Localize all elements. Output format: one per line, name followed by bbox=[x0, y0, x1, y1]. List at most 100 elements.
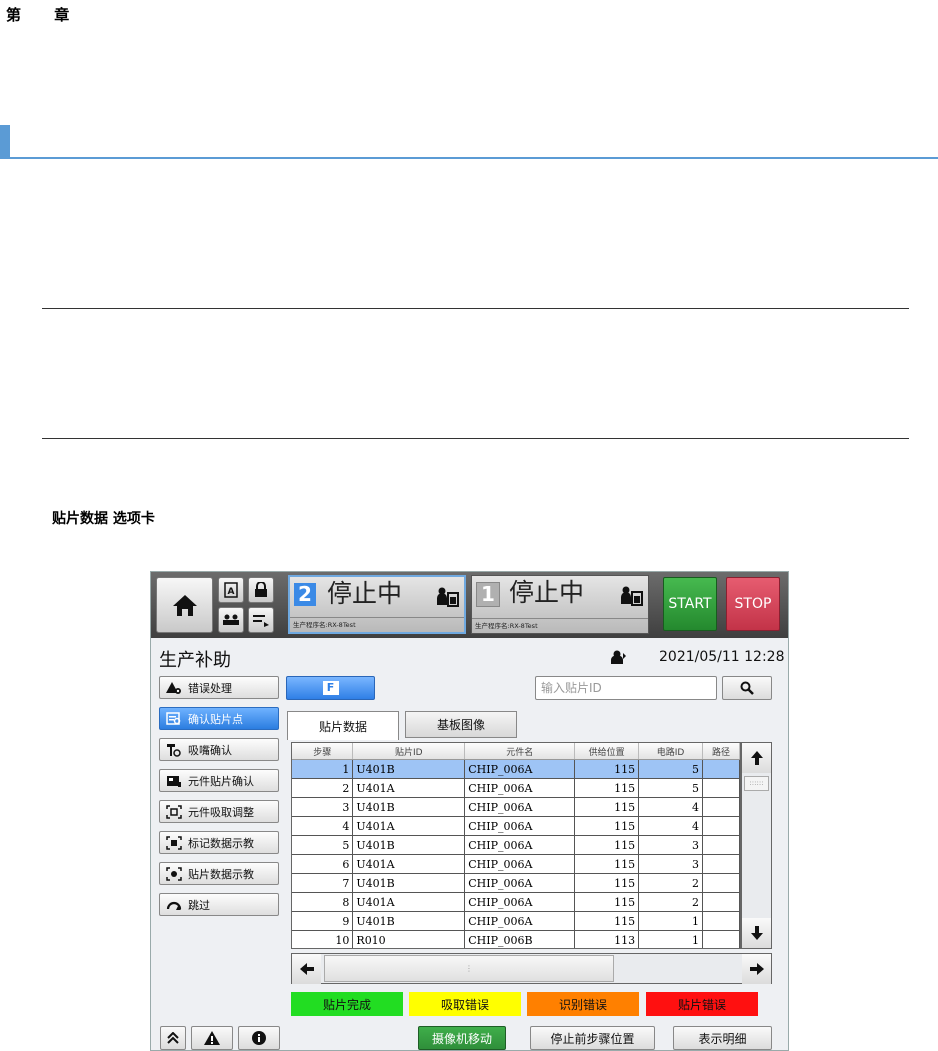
auto-mode-icon: A bbox=[224, 582, 238, 598]
table-cell: 1 bbox=[638, 930, 703, 948]
operator-clipboard-icon bbox=[437, 587, 459, 607]
title-bar: 生产补助 2021/05/11 12:28 bbox=[151, 644, 788, 672]
collapse-button[interactable] bbox=[160, 1026, 186, 1050]
transfer-button[interactable] bbox=[248, 607, 274, 633]
table-cell: 10 bbox=[292, 930, 354, 948]
sidebar-item-nozzle-check[interactable]: 吸嘴确认 bbox=[159, 738, 279, 761]
lane-1-status-panel[interactable]: 1 停止中 生产程序名:RX-8Test bbox=[471, 575, 649, 634]
double-chevron-up-icon bbox=[167, 1032, 179, 1044]
top-bar: A 2 停止中 生产程序名:RX-8Test 1 停止中 生产程序名:RX-8T… bbox=[151, 572, 788, 638]
stop-button[interactable]: STOP bbox=[726, 577, 780, 631]
table-cell: 8 bbox=[292, 892, 354, 912]
sidebar-item-component-placement-check[interactable]: 元件贴片确认 bbox=[159, 769, 279, 792]
table-row[interactable]: 7 U401B CHIP_006A 115 2 bbox=[292, 873, 740, 893]
stop-prev-step-position-button[interactable]: 停止前步骤位置 bbox=[530, 1026, 655, 1050]
horizontal-scrollbar[interactable]: ⋮ bbox=[291, 953, 772, 984]
table-cell: 3 bbox=[638, 835, 703, 855]
placement-frame-icon bbox=[166, 866, 182, 881]
show-detail-button[interactable]: 表示明细 bbox=[673, 1026, 772, 1050]
table-row[interactable]: 5 U401B CHIP_006A 115 3 bbox=[292, 835, 740, 855]
table-cell: CHIP_006A bbox=[464, 873, 576, 893]
sidebar-item-label: 标记数据示教 bbox=[188, 836, 254, 850]
transfer-icon bbox=[253, 615, 269, 627]
camera-move-button[interactable]: 摄像机移动 bbox=[418, 1026, 506, 1050]
table-cell: 115 bbox=[574, 797, 640, 817]
table-cell: U401B bbox=[352, 911, 466, 931]
vertical-scroll-thumb[interactable]: :::::: bbox=[744, 776, 769, 791]
table-cell: 2 bbox=[292, 778, 354, 798]
sidebar-item-skip[interactable]: 跳过 bbox=[159, 893, 279, 916]
table-cell bbox=[702, 816, 740, 836]
tab-placement-data[interactable]: 贴片数据 bbox=[287, 711, 399, 740]
sidebar-item-label: 跳过 bbox=[188, 898, 210, 912]
table-cell: 115 bbox=[574, 892, 640, 912]
table-cell: 7 bbox=[292, 873, 354, 893]
chapter-heading: 第 章 bbox=[6, 6, 84, 24]
sidebar-item-pickup-adjust[interactable]: 元件吸取调整 bbox=[159, 800, 279, 823]
page-title: 生产补助 bbox=[159, 650, 231, 671]
table-row[interactable]: 2 U401A CHIP_006A 115 5 bbox=[292, 778, 740, 798]
table-cell: 2 bbox=[638, 892, 703, 912]
sidebar-item-confirm-placement[interactable]: 确认贴片点 bbox=[159, 707, 279, 730]
column-header-step[interactable]: 步骤 bbox=[292, 743, 354, 760]
home-icon bbox=[172, 595, 197, 616]
column-header-feeder-position[interactable]: 供给位置 bbox=[574, 743, 640, 760]
lock-button[interactable] bbox=[248, 577, 274, 603]
table-cell: 1 bbox=[638, 911, 703, 931]
scroll-left-button[interactable] bbox=[292, 954, 321, 984]
scroll-right-button[interactable] bbox=[742, 954, 771, 984]
sidebar-item-label: 元件吸取调整 bbox=[188, 805, 254, 819]
table-row[interactable]: 8 U401A CHIP_006A 115 2 bbox=[292, 892, 740, 912]
table-row[interactable]: 10 R010 CHIP_006B 113 1 bbox=[292, 930, 740, 948]
table-cell: 115 bbox=[574, 816, 640, 836]
horizontal-scroll-thumb[interactable]: ⋮ bbox=[324, 955, 614, 982]
column-header-component-name[interactable]: 元件名 bbox=[464, 743, 576, 760]
sidebar-item-mark-teach[interactable]: 标记数据示教 bbox=[159, 831, 279, 854]
table-cell: CHIP_006A bbox=[464, 759, 576, 779]
scroll-down-button[interactable] bbox=[742, 918, 771, 948]
column-header-path[interactable]: 路径 bbox=[702, 743, 740, 760]
table-cell: 6 bbox=[292, 854, 354, 874]
search-button[interactable] bbox=[722, 676, 772, 700]
table-row[interactable]: 4 U401A CHIP_006A 115 4 bbox=[292, 816, 740, 836]
table-cell: CHIP_006A bbox=[464, 911, 576, 931]
start-button[interactable]: START bbox=[663, 577, 717, 631]
filter-button[interactable]: F bbox=[286, 676, 375, 700]
nozzle-search-icon bbox=[167, 743, 181, 757]
scroll-up-button[interactable] bbox=[742, 743, 771, 773]
sidebar-item-error-handling[interactable]: 错误处理 bbox=[159, 676, 279, 699]
table-row[interactable]: 3 U401B CHIP_006A 115 4 bbox=[292, 797, 740, 817]
vertical-scrollbar[interactable]: :::::: bbox=[741, 742, 772, 949]
operator-user-icon bbox=[611, 650, 626, 664]
lane-2-status-panel[interactable]: 2 停止中 生产程序名:RX-8Test bbox=[288, 575, 466, 634]
table-cell: 3 bbox=[292, 797, 354, 817]
section-accent-bar bbox=[0, 125, 10, 159]
table-cell: 5 bbox=[638, 778, 703, 798]
placement-id-search-input[interactable] bbox=[535, 676, 717, 700]
arrow-up-icon bbox=[750, 751, 763, 765]
column-header-circuit-id[interactable]: 电路ID bbox=[638, 743, 703, 760]
figure-caption: 贴片数据 选项卡 bbox=[52, 511, 155, 527]
table-cell bbox=[702, 911, 740, 931]
operator-clipboard-icon bbox=[621, 586, 643, 606]
target-frame-icon bbox=[166, 804, 182, 819]
table-row[interactable]: 9 U401B CHIP_006A 115 1 bbox=[292, 911, 740, 931]
info-button[interactable] bbox=[238, 1026, 280, 1050]
search-icon bbox=[740, 681, 754, 695]
tab-board-image[interactable]: 基板图像 bbox=[405, 711, 517, 738]
users-button[interactable] bbox=[218, 607, 244, 633]
sidebar-item-placement-teach[interactable]: 贴片数据示教 bbox=[159, 862, 279, 885]
table-row[interactable]: 1 U401B CHIP_006A 115 5 bbox=[292, 759, 740, 779]
table-cell bbox=[702, 930, 740, 948]
table-row[interactable]: 6 U401A CHIP_006A 115 3 bbox=[292, 854, 740, 874]
home-button[interactable] bbox=[156, 577, 213, 633]
table-cell: CHIP_006A bbox=[464, 854, 576, 874]
lane-status: 停止中 bbox=[509, 578, 585, 607]
table-cell: 115 bbox=[574, 759, 640, 779]
production-assist-screen: A 2 停止中 生产程序名:RX-8Test 1 停止中 生产程序名:RX-8T… bbox=[150, 571, 789, 1051]
column-header-placement-id[interactable]: 贴片ID bbox=[352, 743, 466, 760]
alert-button[interactable] bbox=[191, 1026, 233, 1050]
table-cell: U401A bbox=[352, 892, 466, 912]
legend-placement-done: 贴片完成 bbox=[291, 992, 403, 1016]
auto-mode-button[interactable]: A bbox=[218, 577, 244, 603]
